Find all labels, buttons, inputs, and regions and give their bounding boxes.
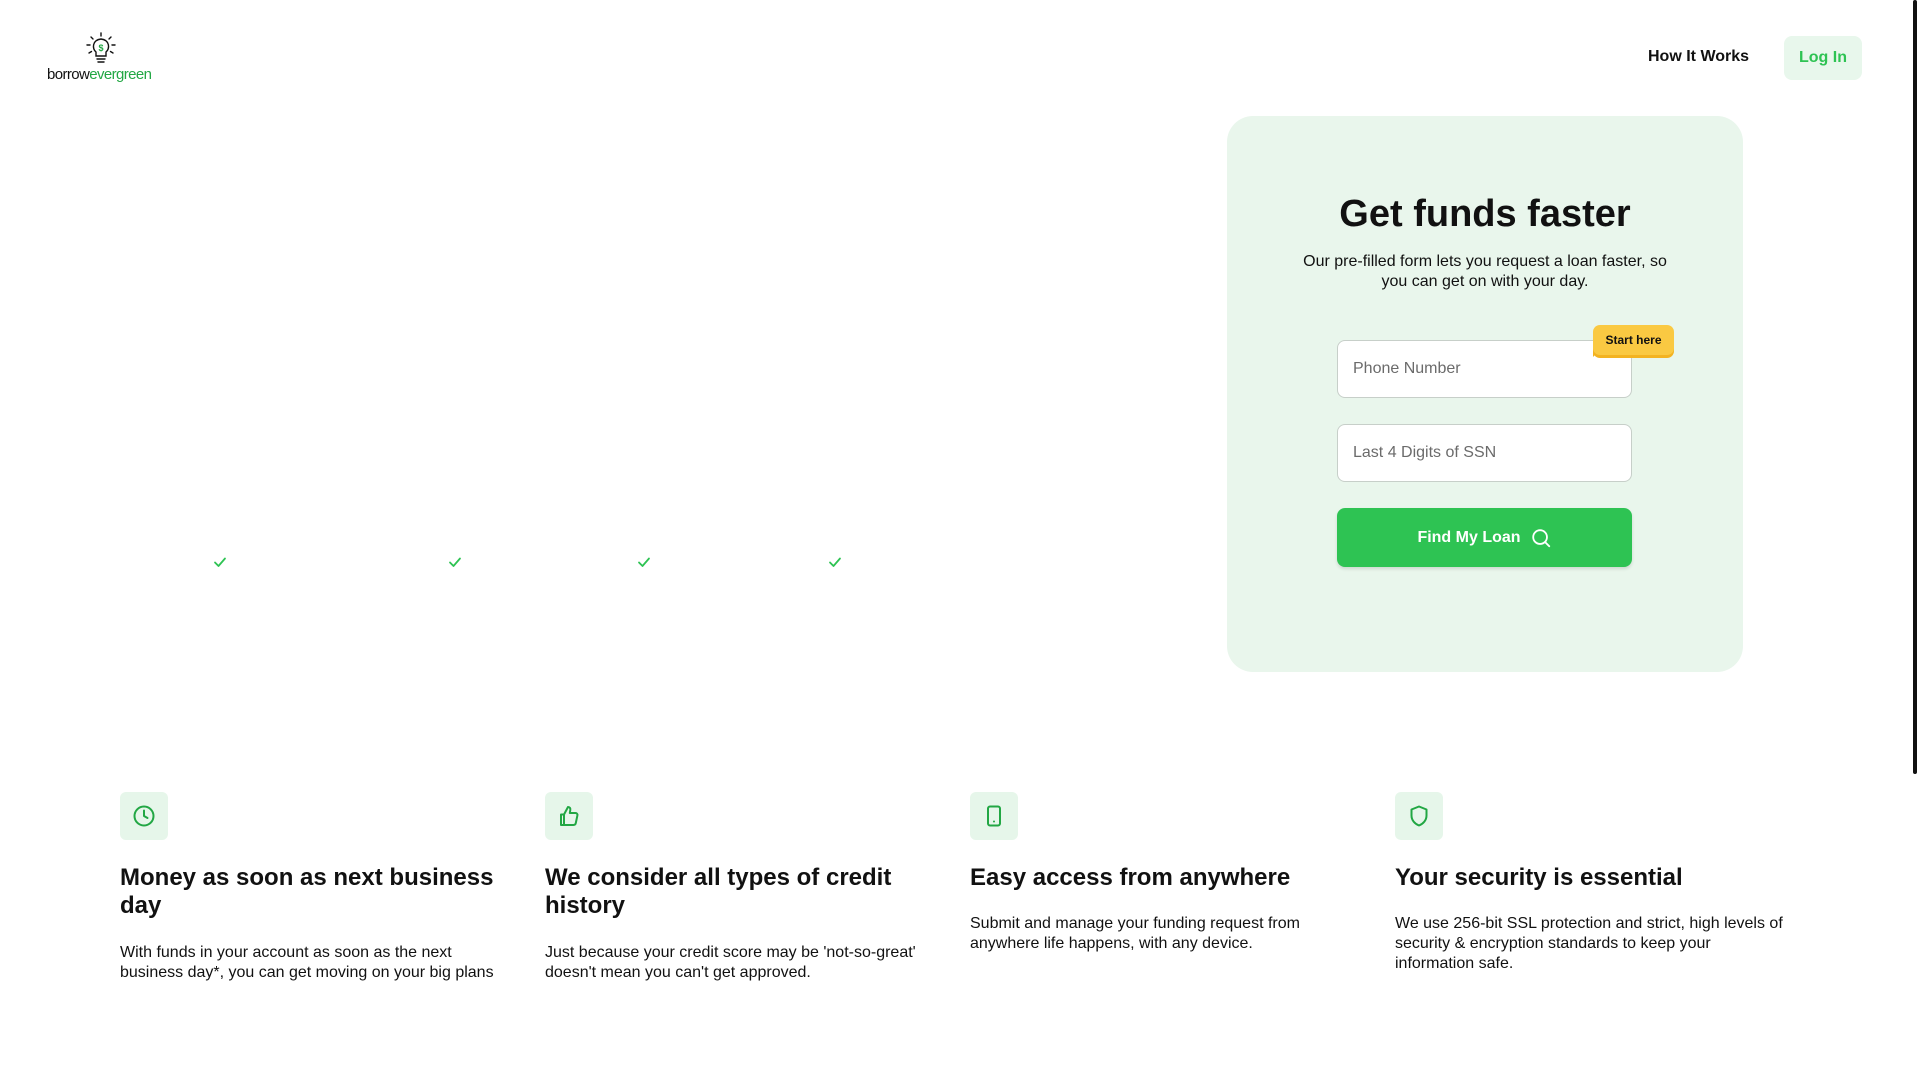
feature-credit-history: We consider all types of credit history … xyxy=(545,792,937,983)
how-it-works-link[interactable]: How It Works xyxy=(1648,48,1749,66)
feature-title: We consider all types of credit history xyxy=(545,864,892,919)
login-button[interactable]: Log In xyxy=(1784,36,1862,80)
feature-next-day: Money as soon as next business day With … xyxy=(120,792,512,983)
feature-icon-box xyxy=(1395,792,1443,840)
find-my-loan-button[interactable]: Find My Loan xyxy=(1337,508,1632,567)
feature-text: Submit and manage your funding request f… xyxy=(970,915,1300,952)
feature-title: Your security is essential xyxy=(1395,864,1683,891)
shield-icon xyxy=(1410,805,1428,827)
feature-security: Your security is essential We use 256-bi… xyxy=(1395,792,1787,974)
check-icon xyxy=(829,557,841,567)
phone-number-placeholder: Phone Number xyxy=(1353,360,1461,377)
clock-icon xyxy=(133,805,155,827)
feature-text: Just because your credit score may be 'n… xyxy=(545,944,916,981)
loan-form-card: Get funds faster Our pre-filled form let… xyxy=(1227,116,1743,672)
feature-title: Easy access from anywhere xyxy=(970,864,1291,891)
ssn-last4-input[interactable]: Last 4 Digits of SSN xyxy=(1337,424,1632,482)
svg-text:$: $ xyxy=(98,43,103,53)
feature-icon-box xyxy=(545,792,593,840)
search-icon xyxy=(1531,528,1550,547)
feature-icon-box xyxy=(970,792,1018,840)
check-icon xyxy=(638,557,650,567)
scrollbar[interactable] xyxy=(1913,0,1917,774)
feature-text: With funds in your account as soon as th… xyxy=(120,944,494,981)
brand-word-green: evergreen xyxy=(89,66,152,83)
thumbs-up-icon xyxy=(560,806,579,826)
feature-title: Money as soon as next business day xyxy=(120,864,494,919)
check-icon xyxy=(214,557,226,567)
smartphone-icon xyxy=(987,805,1001,827)
find-my-loan-label: Find My Loan xyxy=(1417,528,1521,546)
brand-word-dark: borrow xyxy=(47,66,90,83)
brand-logo[interactable]: $ borrowevergreen xyxy=(47,32,155,86)
feature-text: We use 256-bit SSL protection and strict… xyxy=(1395,915,1783,972)
feature-icon-box xyxy=(120,792,168,840)
ssn-last4-placeholder: Last 4 Digits of SSN xyxy=(1353,444,1497,461)
form-title: Get funds faster xyxy=(1339,193,1631,235)
feature-easy-access: Easy access from anywhere Submit and man… xyxy=(970,792,1362,954)
phone-number-input[interactable]: Phone Number xyxy=(1337,340,1632,398)
form-subtitle: Our pre-filled form lets you request a l… xyxy=(1303,253,1667,290)
lightbulb-icon: $ xyxy=(86,32,116,63)
start-here-tag: Start here xyxy=(1593,325,1674,355)
check-icon xyxy=(449,557,461,567)
brand-wordmark: borrowevergreen xyxy=(47,66,152,83)
